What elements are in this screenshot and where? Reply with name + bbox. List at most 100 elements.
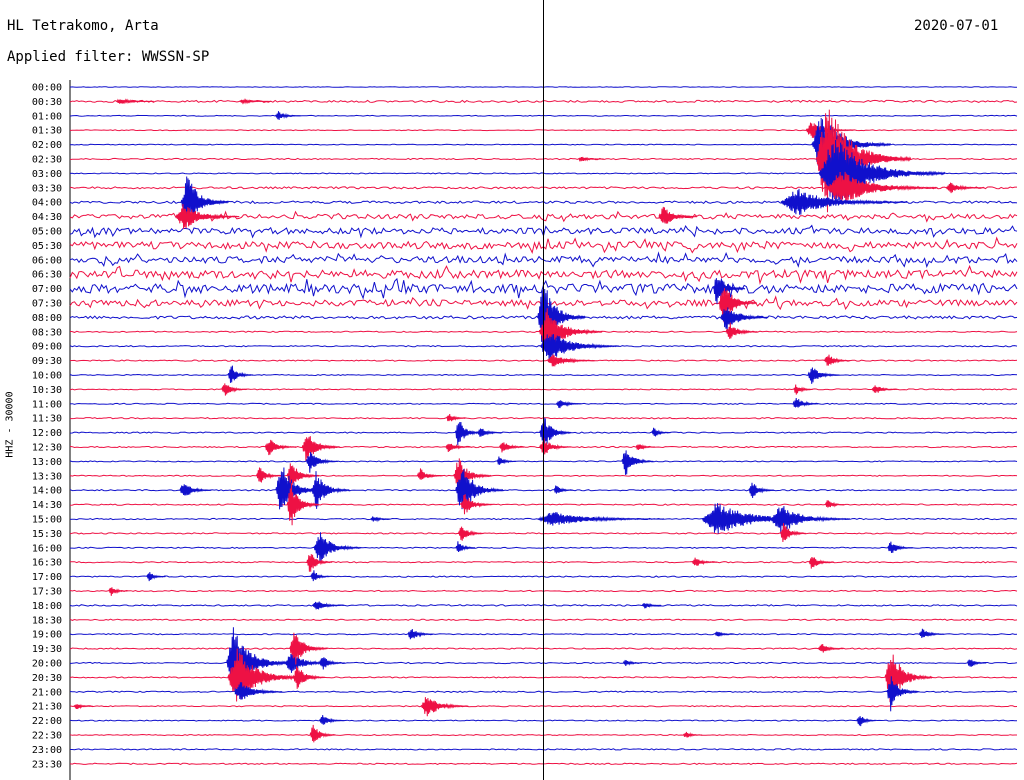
event-waveform <box>457 526 484 541</box>
time-tick-label: 07:30 <box>32 299 62 310</box>
time-tick-label: 20:00 <box>32 659 62 670</box>
time-tick-label: 07:00 <box>32 284 62 295</box>
time-tick-label: 04:30 <box>32 212 62 223</box>
time-tick-label: 10:30 <box>32 385 62 396</box>
time-tick-label: 13:30 <box>32 471 62 482</box>
event-waveform <box>856 716 876 727</box>
time-tick-label: 16:00 <box>32 543 62 554</box>
event-waveform <box>641 603 662 609</box>
time-tick-label: 06:30 <box>32 270 62 281</box>
event-waveform <box>793 384 813 395</box>
event-waveform <box>370 516 390 523</box>
time-tick-label: 23:30 <box>32 759 62 770</box>
event-waveform <box>455 541 476 553</box>
event-waveform <box>817 643 844 653</box>
event-waveform <box>635 444 656 450</box>
time-tick-label: 16:30 <box>32 558 62 569</box>
event-waveform <box>407 628 434 640</box>
time-tick-label: 11:00 <box>32 399 62 410</box>
time-tick-label: 05:30 <box>32 241 62 252</box>
event-waveform <box>966 659 987 667</box>
event-waveform <box>146 572 166 582</box>
time-tick-label: 12:30 <box>32 443 62 454</box>
event-waveform <box>537 511 665 526</box>
time-tick-label: 20:30 <box>32 673 62 684</box>
time-tick-label: 00:00 <box>32 83 62 94</box>
event-waveform <box>221 383 248 396</box>
event-waveform <box>621 450 654 475</box>
time-tick-label: 17:00 <box>32 572 62 583</box>
event-waveform <box>945 182 985 194</box>
event-waveform <box>319 657 345 670</box>
time-tick-label: 01:00 <box>32 111 62 122</box>
time-tick-label: 14:30 <box>32 500 62 511</box>
event-waveform <box>714 631 734 637</box>
time-tick-label: 19:30 <box>32 644 62 655</box>
event-waveform <box>73 703 93 710</box>
time-tick-label: 21:00 <box>32 687 62 698</box>
event-waveform <box>460 494 493 515</box>
event-waveform <box>651 427 671 437</box>
time-tick-label: 15:30 <box>32 529 62 540</box>
event-waveform <box>725 322 758 339</box>
time-tick-label: 08:30 <box>32 327 62 338</box>
event-waveform <box>264 439 297 456</box>
time-tick-label: 06:00 <box>32 255 62 266</box>
time-tick-label: 22:30 <box>32 731 62 742</box>
event-waveform <box>313 532 362 563</box>
time-tick-label: 15:00 <box>32 515 62 526</box>
event-waveform <box>720 307 769 332</box>
event-waveform <box>311 471 350 509</box>
event-waveform <box>312 601 345 610</box>
event-waveform <box>416 468 443 480</box>
time-tick-label: 02:00 <box>32 140 62 151</box>
helicorder-plot: 00:00 00:30 01:00 01:30 02:00 02:30 03:00 03:30… <box>32 0 1018 780</box>
event-waveform <box>498 442 525 453</box>
time-tick-label: 01:30 <box>32 126 62 137</box>
event-waveform <box>578 156 604 162</box>
event-waveform <box>824 500 845 508</box>
time-tick-label: 05:00 <box>32 227 62 238</box>
time-tick-label: 03:30 <box>32 183 62 194</box>
event-waveform <box>420 697 469 717</box>
time-tick-label: 09:00 <box>32 342 62 353</box>
time-tick-label: 11:30 <box>32 414 62 425</box>
event-waveform <box>179 484 212 496</box>
event-waveform <box>539 437 572 455</box>
time-tick-label: 08:00 <box>32 313 62 324</box>
event-waveform <box>445 443 472 453</box>
event-waveform <box>871 385 898 393</box>
event-waveform <box>555 400 582 409</box>
event-waveform <box>234 682 283 700</box>
event-waveform <box>227 365 254 383</box>
event-waveform <box>309 724 336 743</box>
event-waveform <box>691 557 718 567</box>
time-tick-label: 13:00 <box>32 457 62 468</box>
event-waveform <box>476 428 503 437</box>
event-waveform <box>496 456 517 465</box>
time-tick-label: 03:00 <box>32 169 62 180</box>
time-tick-label: 14:00 <box>32 486 62 497</box>
time-tick-label: 21:30 <box>32 702 62 713</box>
event-waveform <box>546 354 595 367</box>
time-tick-label: 09:30 <box>32 356 62 367</box>
event-waveform <box>274 111 301 120</box>
event-waveform <box>808 556 835 569</box>
time-tick-label: 02:30 <box>32 155 62 166</box>
event-marks <box>73 98 987 743</box>
event-waveform <box>748 482 775 499</box>
time-tick-label: 00:30 <box>32 97 62 108</box>
time-tick-label: 19:00 <box>32 630 62 641</box>
time-tick-label: 10:00 <box>32 371 62 382</box>
time-tick-label: 04:00 <box>32 198 62 209</box>
event-waveform <box>918 628 945 638</box>
event-waveform <box>454 421 481 446</box>
time-tick-label: 18:00 <box>32 601 62 612</box>
event-waveform <box>770 506 850 534</box>
time-tick-label: 22:00 <box>32 716 62 727</box>
event-waveform <box>622 659 643 666</box>
event-waveform <box>792 397 819 408</box>
time-tick-label: 23:00 <box>32 745 62 756</box>
event-waveform <box>658 206 698 224</box>
time-tick-label: 12:00 <box>32 428 62 439</box>
